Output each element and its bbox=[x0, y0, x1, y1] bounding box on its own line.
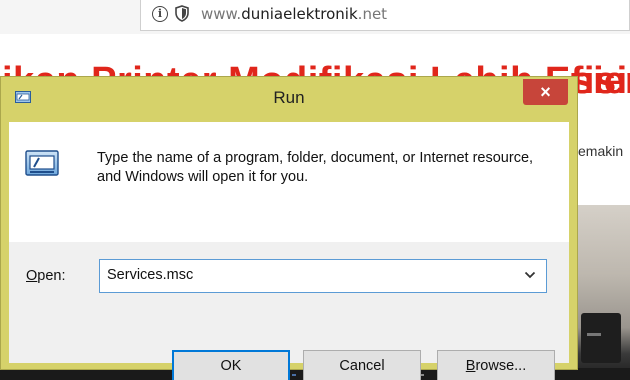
address-bar[interactable]: i www.duniaelektronik.net bbox=[140, 0, 630, 31]
shield-icon[interactable] bbox=[175, 5, 189, 22]
browser-toolbar: i www.duniaelektronik.net bbox=[0, 0, 630, 34]
close-icon: × bbox=[540, 82, 551, 102]
dialog-title: Run bbox=[273, 88, 305, 107]
close-button[interactable]: × bbox=[523, 79, 568, 105]
dialog-body: Type the name of a program, folder, docu… bbox=[9, 122, 569, 380]
printer-label-mark bbox=[587, 333, 601, 336]
url-prefix: www. bbox=[201, 5, 242, 23]
browse-rest: rowse... bbox=[475, 358, 527, 374]
run-dialog: Run × Type the name of a program, folder… bbox=[0, 76, 578, 380]
screen: i www.duniaelektronik.net ikan Printer M… bbox=[0, 0, 630, 380]
dialog-content-area: Type the name of a program, folder, docu… bbox=[9, 122, 569, 242]
info-icon[interactable]: i bbox=[152, 6, 168, 22]
article-photo bbox=[575, 205, 630, 380]
cancel-button[interactable]: Cancel bbox=[303, 350, 421, 380]
url-domain: duniaelektronik bbox=[241, 5, 358, 23]
url-suffix: .net bbox=[357, 5, 388, 23]
open-label: Open: bbox=[26, 268, 66, 284]
ok-button[interactable]: OK bbox=[172, 350, 290, 380]
browse-accel: B bbox=[465, 358, 476, 374]
open-label-rest: pen: bbox=[37, 268, 66, 284]
chevron-down-icon[interactable] bbox=[524, 271, 536, 279]
strip-mark bbox=[292, 374, 296, 376]
dialog-description: Type the name of a program, folder, docu… bbox=[97, 150, 534, 185]
browse-button[interactable]: Browse... bbox=[437, 350, 555, 380]
article-heading-tail: sien bbox=[572, 60, 630, 102]
open-combobox[interactable]: Services.msc bbox=[99, 259, 547, 293]
open-input[interactable]: Services.msc bbox=[107, 267, 193, 283]
run-icon bbox=[25, 150, 59, 176]
open-label-accel: O bbox=[26, 268, 38, 284]
url-text[interactable]: www.duniaelektronik.net bbox=[201, 5, 387, 23]
article-text: emakin bbox=[578, 143, 624, 159]
dialog-titlebar[interactable]: Run × bbox=[1, 77, 577, 121]
printer-image bbox=[581, 313, 621, 363]
